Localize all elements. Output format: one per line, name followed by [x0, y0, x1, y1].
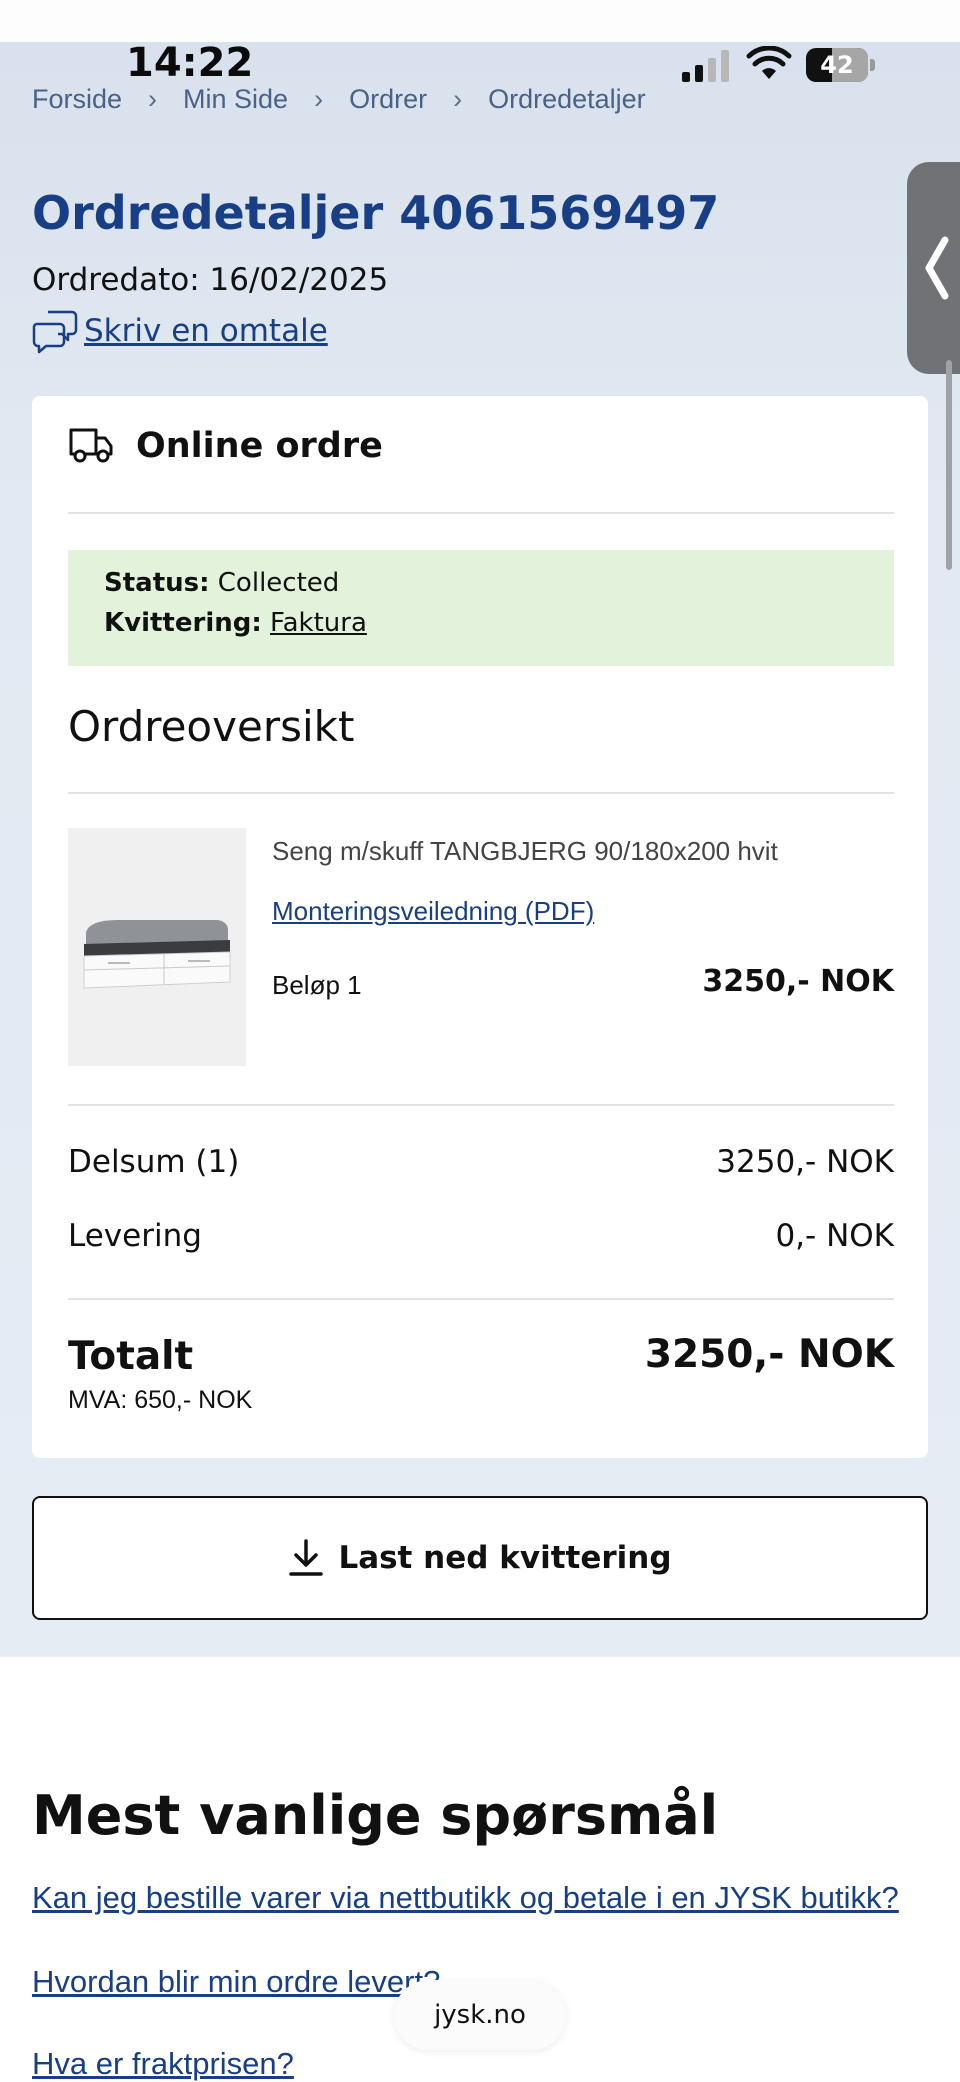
- subtotal-label: Delsum (1): [68, 1144, 240, 1180]
- chevron-right-icon: ›: [148, 84, 158, 114]
- product-image[interactable]: [68, 828, 246, 1066]
- divider: [68, 1104, 894, 1106]
- order-date: Ordredato: 16/02/2025: [32, 262, 389, 298]
- page-title: Ordredetaljer 4061569497: [32, 186, 720, 240]
- cellular-signal-icon: [682, 50, 729, 82]
- bed-image: [83, 920, 231, 989]
- faq-question-delivery[interactable]: Hvordan blir min ordre levert?: [32, 1964, 440, 2000]
- product-name[interactable]: Seng m/skuff TANGBJERG 90/180x200 hvit: [272, 836, 778, 867]
- order-overview-title: Ordreoversikt: [68, 702, 355, 751]
- order-card: Online ordre Status: Collected Kvitterin…: [32, 396, 928, 1458]
- chevron-right-icon: ›: [314, 84, 324, 114]
- chevron-left-icon: [925, 236, 949, 300]
- scrollbar[interactable]: [946, 360, 952, 570]
- status-value: Collected: [217, 568, 340, 598]
- delivery-label: Levering: [68, 1218, 202, 1254]
- browser-url-bar[interactable]: jysk.no: [394, 1980, 566, 2050]
- total-value: 3250,- NOK: [644, 1332, 894, 1377]
- divider: [68, 1298, 894, 1300]
- status-line: Status: Collected: [104, 568, 339, 598]
- side-panel-handle[interactable]: [907, 162, 960, 374]
- total-label: Totalt: [68, 1334, 194, 1379]
- receipt-line: Kvittering: Faktura: [104, 608, 367, 638]
- faq-title: Mest vanlige spørsmål: [32, 1784, 719, 1847]
- vat-amount: MVA: 650,- NOK: [68, 1386, 253, 1414]
- breadcrumb: Forside › Min Side › Ordrer › Ordredetaljer: [32, 84, 646, 115]
- wifi-icon: [746, 46, 792, 79]
- faq-question-pay-in-store[interactable]: Kan jeg bestille varer via nettbutikk og…: [32, 1880, 899, 1916]
- order-status-box: Status: Collected Kvittering: Faktura: [68, 550, 894, 666]
- clock: 14:22: [126, 40, 254, 86]
- order-type-header: Online ordre: [68, 426, 383, 466]
- download-receipt-button[interactable]: Last ned kvittering: [32, 1496, 928, 1620]
- download-icon: [289, 1539, 324, 1576]
- breadcrumb-forside[interactable]: Forside: [32, 84, 122, 115]
- order-type-label: Online ordre: [136, 426, 383, 466]
- download-receipt-label[interactable]: Last ned kvittering: [338, 1540, 671, 1576]
- divider: [68, 792, 894, 794]
- chevron-right-icon: ›: [453, 84, 463, 114]
- delivery-value: 0,- NOK: [775, 1218, 894, 1254]
- breadcrumb-ordrer[interactable]: Ordrer: [349, 84, 427, 115]
- battery-level: 42: [820, 51, 854, 79]
- assembly-guide-link[interactable]: Monteringsveiledning (PDF): [272, 896, 594, 927]
- truck-icon: [69, 428, 113, 463]
- divider: [68, 512, 894, 514]
- invoice-link[interactable]: Faktura: [270, 608, 367, 638]
- write-review-link[interactable]: Skriv en omtale: [32, 308, 328, 354]
- battery-icon: 42: [806, 48, 876, 82]
- breadcrumb-min-side[interactable]: Min Side: [183, 84, 288, 115]
- subtotal-value: 3250,- NOK: [716, 1144, 894, 1180]
- breadcrumb-ordredetaljer[interactable]: Ordredetaljer: [488, 84, 646, 115]
- write-review-label[interactable]: Skriv en omtale: [84, 313, 328, 349]
- quantity-label: Beløp 1: [272, 970, 362, 1000]
- item-price: 3250,- NOK: [702, 964, 894, 999]
- receipt-label: Kvittering:: [104, 608, 262, 638]
- faq-question-shipping-price[interactable]: Hva er fraktprisen?: [32, 2046, 294, 2082]
- status-label: Status:: [104, 568, 210, 598]
- chat-bubbles-icon: [32, 310, 78, 354]
